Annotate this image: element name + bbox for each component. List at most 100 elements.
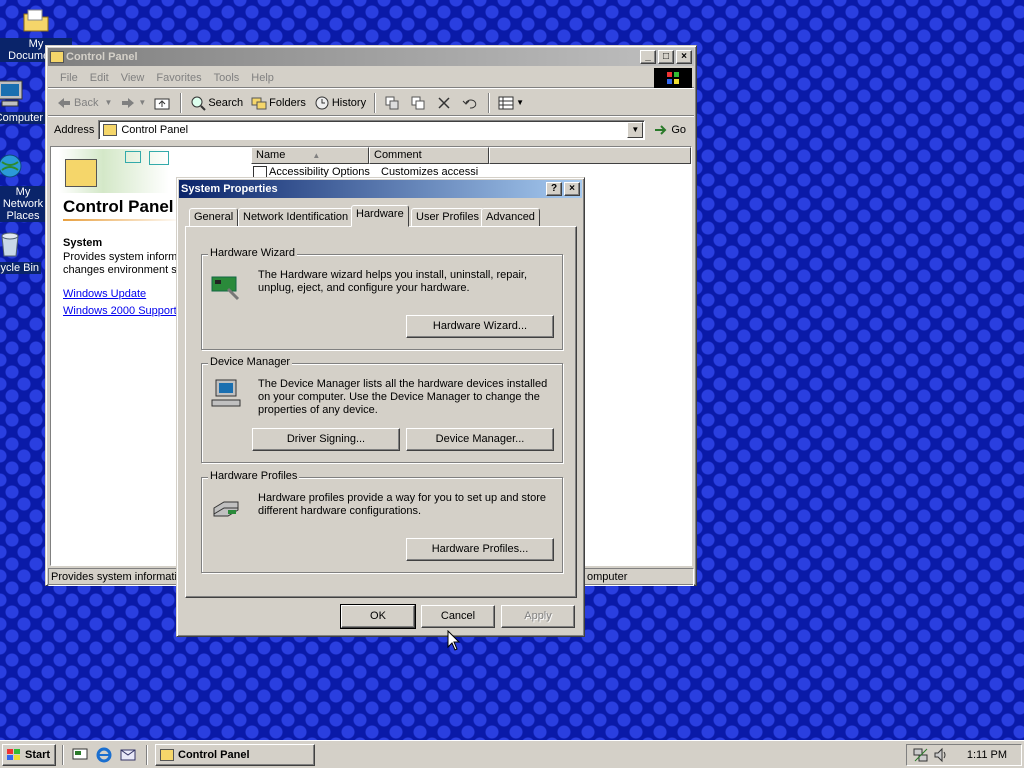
- recycle-bin-icon: [0, 228, 26, 260]
- folders-icon: [251, 95, 267, 111]
- network-tray-icon[interactable]: [913, 747, 929, 763]
- address-input[interactable]: Control Panel ▼: [98, 120, 646, 140]
- views-button[interactable]: ▼: [494, 92, 528, 114]
- mouse-cursor-icon: [447, 629, 461, 652]
- menu-tools[interactable]: Tools: [208, 72, 246, 84]
- undo-button[interactable]: [458, 92, 484, 114]
- banner-decoration: [149, 151, 169, 165]
- start-button[interactable]: Start: [2, 744, 56, 766]
- undo-icon: [462, 95, 478, 111]
- tab-panel: Hardware Wizard The Hardware wizard help…: [185, 226, 577, 598]
- menu-view[interactable]: View: [115, 72, 151, 84]
- forward-button[interactable]: ▼: [116, 92, 150, 114]
- driver-signing-button[interactable]: Driver Signing...: [252, 428, 400, 451]
- search-icon: [190, 95, 207, 111]
- ok-button[interactable]: OK: [340, 604, 416, 629]
- go-arrow-icon: [653, 122, 669, 138]
- taskbar-separator: [146, 745, 148, 765]
- address-bar: Address Control Panel ▼ Go: [48, 118, 694, 142]
- copy-to-icon: [410, 95, 426, 111]
- control-panel-icon: [65, 159, 97, 187]
- quick-launch-ie-icon[interactable]: [96, 747, 112, 763]
- desktop-icon-label: My Network Places: [0, 186, 46, 222]
- tab-hardware[interactable]: Hardware: [351, 205, 409, 227]
- menu-favorites[interactable]: Favorites: [150, 72, 207, 84]
- clock[interactable]: 1:11 PM: [967, 749, 1007, 761]
- device-manager-icon: [210, 378, 242, 410]
- folders-button[interactable]: Folders: [247, 92, 310, 114]
- desktop-icon-network[interactable]: My Network Places: [0, 152, 46, 222]
- hardware-profiles-icon: [210, 492, 242, 524]
- tab-user-profiles[interactable]: User Profiles: [411, 208, 484, 227]
- apply-button[interactable]: Apply: [501, 605, 575, 628]
- column-header-filler: [489, 147, 691, 164]
- window-title: Control Panel: [66, 51, 138, 63]
- go-button[interactable]: Go: [649, 119, 690, 141]
- group-title: Hardware Profiles: [208, 470, 300, 482]
- tab-general[interactable]: General: [189, 208, 239, 227]
- search-button[interactable]: Search: [186, 92, 247, 114]
- address-label: Address: [54, 124, 95, 136]
- toolbar-separator: [374, 92, 377, 113]
- device-manager-group: Device Manager The Device Manager lists …: [201, 356, 563, 463]
- back-arrow-icon: [56, 95, 72, 111]
- taskbar-task-control-panel[interactable]: Control Panel: [155, 744, 315, 766]
- views-icon: [498, 95, 514, 111]
- list-header: Name ▲ Comment: [251, 147, 691, 164]
- hardware-profiles-button[interactable]: Hardware Profiles...: [406, 538, 554, 561]
- tab-advanced[interactable]: Advanced: [481, 208, 540, 227]
- toolbar-separator: [180, 92, 183, 113]
- up-folder-icon: [154, 95, 170, 111]
- menu-file[interactable]: File: [54, 72, 84, 84]
- menu-edit[interactable]: Edit: [84, 72, 115, 84]
- column-header-name[interactable]: Name ▲: [251, 147, 369, 164]
- chevron-down-icon: ▼: [104, 98, 113, 107]
- control-panel-icon: [160, 749, 174, 761]
- dialog-titlebar[interactable]: System Properties ? ×: [179, 180, 582, 198]
- cancel-button[interactable]: Cancel: [421, 605, 495, 628]
- hardware-profiles-text: Hardware profiles provide a way for you …: [258, 492, 546, 517]
- help-button[interactable]: ?: [546, 182, 562, 196]
- maximize-button[interactable]: □: [658, 50, 674, 64]
- history-icon: [314, 95, 330, 111]
- computer-icon: [0, 78, 26, 110]
- system-properties-dialog: System Properties ? × General Network Id…: [176, 177, 585, 637]
- move-to-button[interactable]: [380, 92, 406, 114]
- hardware-wizard-button[interactable]: Hardware Wizard...: [406, 315, 554, 338]
- address-dropdown-button[interactable]: ▼: [627, 122, 644, 138]
- left-pane-heading: Control Panel: [63, 197, 174, 216]
- windows-2000-support-link[interactable]: Windows 2000 Support: [63, 305, 177, 317]
- column-header-comment[interactable]: Comment: [369, 147, 489, 164]
- delete-button[interactable]: [432, 92, 458, 114]
- device-manager-button[interactable]: Device Manager...: [406, 428, 554, 451]
- windows-update-link[interactable]: Windows Update: [63, 288, 146, 300]
- close-button[interactable]: ×: [676, 50, 692, 64]
- volume-icon[interactable]: [933, 747, 949, 763]
- history-button[interactable]: History: [310, 92, 370, 114]
- sort-ascending-icon: ▲: [312, 151, 321, 160]
- section-text: Provides system informa changes environm…: [63, 251, 184, 276]
- desktop-icon-recycle-bin[interactable]: Recycle Bin: [0, 228, 46, 274]
- dialog-close-button[interactable]: ×: [564, 182, 580, 196]
- status-zone: omputer: [584, 568, 694, 586]
- menu-bar: File Edit View Favorites Tools Help: [48, 67, 694, 88]
- windows-logo-icon: [654, 67, 692, 88]
- menu-help[interactable]: Help: [245, 72, 280, 84]
- taskbar-separator: [62, 745, 64, 765]
- desktop-icon-label: Recycle Bin: [0, 262, 42, 274]
- desktop-icon-my-computer[interactable]: My Computer: [0, 78, 46, 124]
- up-folder-button[interactable]: [150, 92, 176, 114]
- hardware-wizard-group: Hardware Wizard The Hardware wizard help…: [201, 247, 563, 350]
- minimize-button[interactable]: _: [640, 50, 656, 64]
- toolbar-separator: [488, 92, 491, 113]
- dialog-title: System Properties: [181, 183, 278, 195]
- group-title: Hardware Wizard: [208, 247, 297, 259]
- back-button[interactable]: Back ▼: [52, 92, 116, 114]
- control-panel-titlebar[interactable]: Control Panel _ □ ×: [48, 48, 694, 66]
- group-title: Device Manager: [208, 356, 293, 368]
- quick-launch-outlook-icon[interactable]: [120, 747, 136, 763]
- chevron-down-icon: ▼: [138, 98, 147, 107]
- quick-launch-show-desktop[interactable]: [72, 747, 88, 763]
- tab-network-identification[interactable]: Network Identification: [238, 208, 354, 227]
- copy-to-button[interactable]: [406, 92, 432, 114]
